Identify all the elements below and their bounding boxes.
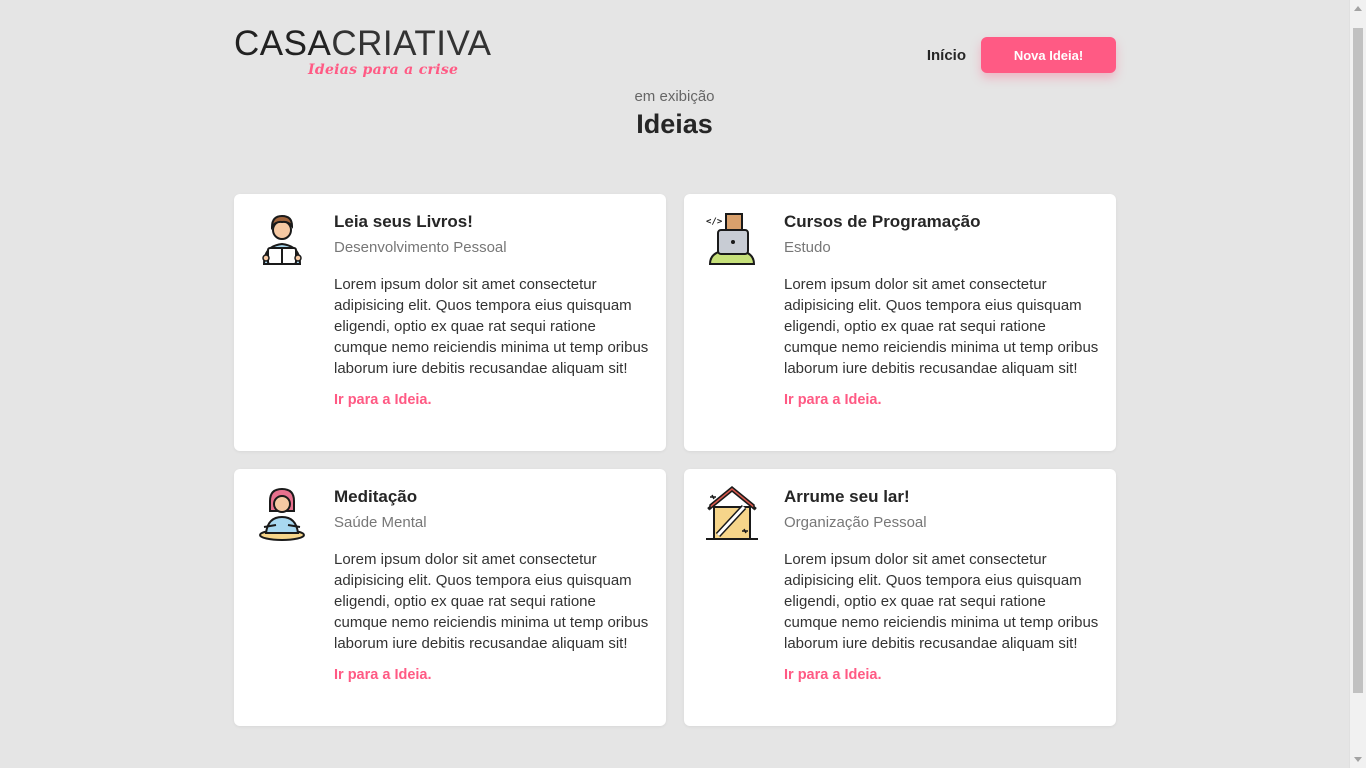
page-scrollbar[interactable] xyxy=(1349,0,1366,768)
idea-card: </> Cursos de Programação Estudo Lorem i… xyxy=(684,194,1116,451)
idea-card: Meditação Saúde Mental Lorem ipsum dolor… xyxy=(234,469,666,726)
idea-description: Lorem ipsum dolor sit amet consectetur a… xyxy=(784,276,1099,377)
logo[interactable]: CASACRIATIVA Ideias para a crise xyxy=(234,26,496,86)
idea-category: Desenvolvimento Pessoal xyxy=(334,239,507,256)
idea-card: Leia seus Livros! Desenvolvimento Pessoa… xyxy=(234,194,666,451)
logo-name-bold: CASA xyxy=(234,24,332,63)
idea-title: Cursos de Programação xyxy=(784,212,981,231)
section-title: Ideias xyxy=(636,109,713,139)
idea-description: Lorem ipsum dolor sit amet consectetur a… xyxy=(784,551,1099,652)
idea-title: Meditação xyxy=(334,487,418,506)
idea-link[interactable]: Ir para a Ideia. xyxy=(334,392,432,408)
idea-card-content: Arrume seu lar! Organização Pessoal Lore… xyxy=(784,487,1100,683)
idea-card-content: Meditação Saúde Mental Lorem ipsum dolor… xyxy=(334,487,650,683)
idea-card-content: Cursos de Programação Estudo Lorem ipsum… xyxy=(784,212,1100,408)
idea-category: Organização Pessoal xyxy=(784,514,927,531)
nav-link-home[interactable]: Início xyxy=(927,47,966,64)
section-heading: em exibição Ideias xyxy=(0,88,1349,140)
svg-text:</>: </> xyxy=(706,217,723,227)
idea-description: Lorem ipsum dolor sit amet consectetur a… xyxy=(334,551,649,652)
idea-link[interactable]: Ir para a Ideia. xyxy=(784,392,882,408)
scroll-down-arrow-icon[interactable] xyxy=(1354,757,1362,762)
house-cleaning-icon xyxy=(704,485,760,541)
main-nav: Início Nova Ideia! xyxy=(927,37,1116,73)
idea-link[interactable]: Ir para a Ideia. xyxy=(334,667,432,683)
ideas-grid: Leia seus Livros! Desenvolvimento Pessoa… xyxy=(234,194,1116,726)
scroll-up-arrow-icon[interactable] xyxy=(1354,6,1362,11)
idea-category: Saúde Mental xyxy=(334,514,427,531)
idea-link[interactable]: Ir para a Ideia. xyxy=(784,667,882,683)
idea-title: Arrume seu lar! xyxy=(784,487,910,506)
new-idea-button[interactable]: Nova Ideia! xyxy=(981,37,1116,73)
meditation-icon xyxy=(254,485,310,541)
idea-title: Leia seus Livros! xyxy=(334,212,473,231)
section-subtitle: em exibição xyxy=(634,88,715,105)
reading-person-icon xyxy=(254,210,310,266)
logo-tagline: Ideias para a crise xyxy=(308,62,459,78)
logo-wordmark: CASACRIATIVA xyxy=(234,26,496,62)
scrollbar-thumb[interactable] xyxy=(1353,28,1363,693)
idea-card-content: Leia seus Livros! Desenvolvimento Pessoa… xyxy=(334,212,650,408)
logo-name-light: CRIATIVA xyxy=(331,24,492,63)
idea-card: Arrume seu lar! Organização Pessoal Lore… xyxy=(684,469,1116,726)
idea-category: Estudo xyxy=(784,239,831,256)
idea-description: Lorem ipsum dolor sit amet consectetur a… xyxy=(334,276,649,377)
site-header: CASACRIATIVA Ideias para a crise Início … xyxy=(234,26,1116,86)
programmer-icon: </> xyxy=(704,210,760,266)
